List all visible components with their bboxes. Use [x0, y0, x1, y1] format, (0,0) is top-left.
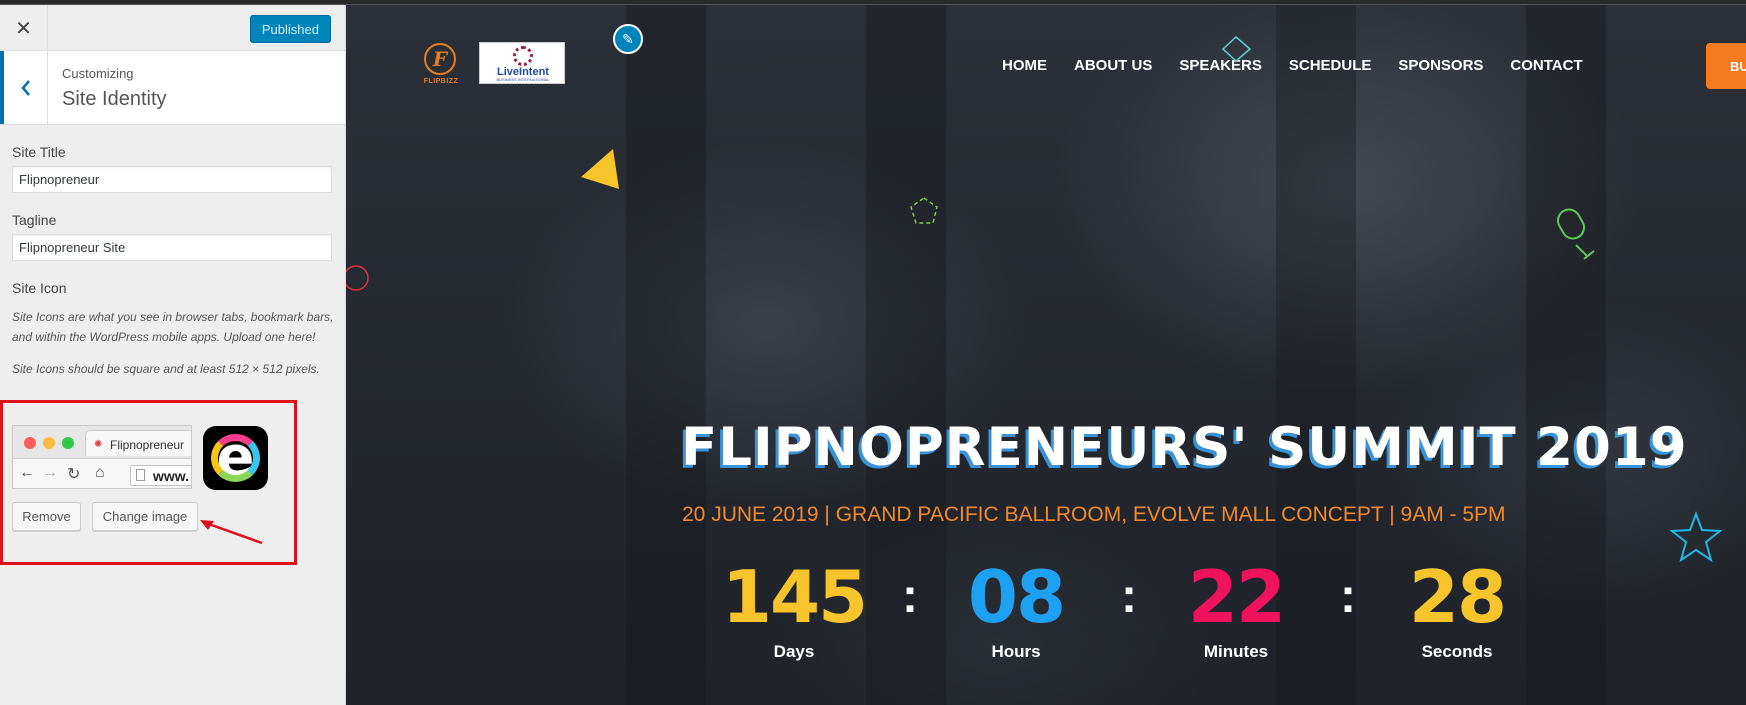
window-minimize-dot	[43, 437, 55, 449]
url-bar-mock: www.	[130, 465, 191, 486]
back-button[interactable]	[0, 51, 48, 124]
site-icon-label: Site Icon	[12, 280, 67, 296]
change-image-button[interactable]: Change image	[92, 502, 198, 531]
red-circle-icon	[346, 265, 369, 291]
home-icon: ⌂	[95, 464, 105, 481]
countdown-minutes-label: Minutes	[1203, 642, 1269, 661]
close-customizer-button[interactable]: ✕	[0, 5, 48, 51]
hero-subtitle: 20 JUNE 2019 | GRAND PACIFIC BALLROOM, E…	[682, 503, 1506, 526]
site-title-input[interactable]	[12, 166, 332, 193]
url-text: www.	[153, 468, 190, 484]
liveintent-logo-mark	[513, 46, 533, 66]
liveintent-logo-sub: BUSINESS INTERNATIONAL	[496, 77, 550, 82]
flipbizz-logo[interactable]: F FLIPBIZZ	[418, 41, 464, 87]
site-preview: F FLIPBIZZ LiveIntent BUSINESS INTERNATI…	[346, 5, 1746, 705]
remove-button[interactable]: Remove	[12, 502, 81, 531]
browser-nav-row: ← → ↻ ⌂ www.	[13, 458, 191, 488]
microphone-icon	[1557, 208, 1595, 260]
countdown-separator: :	[1340, 570, 1356, 623]
window-close-dot	[24, 437, 36, 449]
nav-home[interactable]: HOME	[1002, 57, 1047, 74]
flipbizz-logo-mark: F	[424, 43, 456, 75]
main-nav: HOME ABOUT US SPEAKERS SCHEDULE SPONSORS…	[1002, 57, 1610, 74]
countdown-minutes: 22 Minutes	[1156, 561, 1316, 662]
flipbizz-logo-text: FLIPBIZZ	[423, 78, 459, 85]
site-icon-description: Site Icons are what you see in browser t…	[12, 310, 334, 344]
countdown-minutes-value: 22	[1187, 555, 1286, 639]
dashed-pentagon-icon	[910, 197, 938, 224]
countdown-separator: :	[902, 570, 918, 623]
customizing-label: Customizing	[62, 66, 134, 81]
browser-tab-title: Flipnopreneur	[110, 438, 185, 452]
customizer-panel: ✕ Published Customizing Site Identity Si…	[0, 5, 346, 705]
arrow-right-icon: →	[42, 464, 58, 481]
nav-sponsors[interactable]: SPONSORS	[1398, 57, 1483, 74]
reload-icon: ↻	[67, 466, 81, 483]
section-header: Customizing Site Identity	[0, 51, 345, 125]
app-icon-ring	[211, 434, 260, 482]
arrow-left-icon: ←	[19, 464, 35, 481]
star-outline-icon	[1669, 511, 1723, 563]
publish-button[interactable]: Published	[249, 15, 331, 43]
hero-title: FLIPNOPRENEURS' SUMMIT 2019	[681, 417, 1688, 478]
countdown-seconds-label: Seconds	[1421, 642, 1493, 661]
countdown-days-label: Days	[773, 642, 815, 661]
yellow-triangle-icon	[581, 149, 619, 189]
pencil-icon: ✎	[622, 30, 634, 47]
nav-contact[interactable]: CONTACT	[1510, 57, 1582, 74]
countdown-days-value: 145	[721, 555, 868, 639]
section-title: Site Identity	[62, 88, 167, 110]
edit-shortcut-button[interactable]: ✎	[613, 24, 643, 54]
countdown-seconds-value: 28	[1408, 555, 1507, 639]
app-icon-preview: e	[203, 426, 268, 490]
controls: Site Title Tagline Site Icon Site Icons …	[0, 144, 345, 379]
tagline-label: Tagline	[12, 212, 57, 228]
nav-about-us[interactable]: ABOUT US	[1074, 57, 1152, 74]
countdown-seconds: 28 Seconds	[1377, 561, 1537, 662]
customizer-header: ✕ Published	[0, 5, 345, 51]
site-title-label: Site Title	[12, 144, 66, 160]
site-icon-size-note: Site Icons should be square and at least…	[12, 362, 320, 376]
browser-tab-mock: ✺ Flipnopreneur	[85, 430, 191, 456]
annotation-arrow-icon	[200, 520, 263, 545]
countdown-days: 145 Days	[714, 561, 874, 662]
browser-preview-mock: ✺ Flipnopreneur ← → ↻ ⌂ www.	[12, 425, 192, 489]
buy-ticket-button[interactable]: BU	[1706, 43, 1746, 89]
countdown-hours-label: Hours	[991, 642, 1041, 661]
liveintent-logo[interactable]: LiveIntent BUSINESS INTERNATIONAL	[479, 42, 565, 84]
countdown-timer: 145 Days : 08 Hours : 22 Minutes : 28 Se…	[346, 561, 1746, 681]
window-maximize-dot	[62, 437, 74, 449]
favicon-icon: ✺	[94, 439, 103, 450]
nav-schedule[interactable]: SCHEDULE	[1289, 57, 1372, 74]
countdown-hours: 08 Hours	[936, 561, 1096, 662]
chevron-left-icon	[20, 79, 30, 96]
countdown-separator: :	[1121, 570, 1137, 623]
teal-diamond-icon	[1221, 35, 1252, 63]
page-icon	[136, 469, 145, 481]
close-icon: ✕	[15, 17, 32, 40]
tagline-input[interactable]	[12, 234, 332, 261]
countdown-hours-value: 08	[967, 555, 1066, 639]
